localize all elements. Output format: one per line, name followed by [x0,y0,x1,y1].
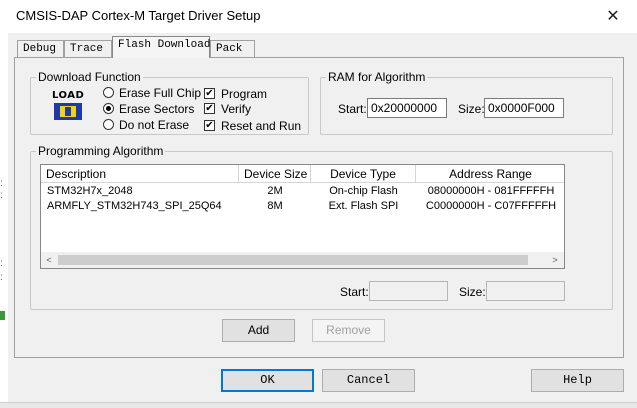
program-checkbox[interactable]: ✔ [204,88,215,99]
scroll-right-icon[interactable]: > [549,253,561,267]
horizontal-scrollbar[interactable]: < > [41,252,564,268]
ram-size-input[interactable]: 0x0000F000 [484,98,564,118]
erase-sectors-radio[interactable] [103,103,114,114]
reset-and-run-label: Reset and Run [221,119,302,133]
algo-start-label: Start: [340,285,369,299]
algo-size-input[interactable] [486,281,565,301]
bracket-icon: : [0,190,3,201]
column-header-device-type[interactable]: Device Type [311,165,416,183]
program-label: Program [221,87,268,101]
tab-debug[interactable]: Debug [17,40,64,57]
column-header-description[interactable]: Description [41,165,239,183]
close-icon[interactable]: ✕ [600,4,626,28]
load-logo-text: LOAD [52,90,85,101]
erase-full-chip-label: Erase Full Chip [119,86,202,100]
scrollbar-thumb[interactable] [58,255,528,265]
ram-start-input[interactable]: 0x20000000 [367,98,447,118]
ram-size-label: Size: [458,102,485,116]
row-device-type: Ext. Flash SPI [328,200,399,212]
background-window-strip: : : : : [0,33,8,408]
algo-size-label: Size: [459,285,486,299]
table-row[interactable]: ARMFLY_STM32H743_SPI_25Q64 8M Ext. Flash… [41,199,564,214]
add-button[interactable]: Add [222,319,295,342]
row-address-range: C0000000H - C07FFFFFH [425,200,557,212]
verify-label: Verify [221,102,252,116]
do-not-erase-radio[interactable] [103,119,114,130]
window-bottom-edge [0,402,637,408]
bracket-icon: : [0,258,3,269]
scroll-left-icon[interactable]: < [43,253,55,267]
row-device-size: 8M [267,200,283,212]
reset-and-run-checkbox[interactable]: ✔ [204,120,215,131]
row-address-range: 08000000H - 081FFFFFH [427,185,555,197]
cancel-button[interactable]: Cancel [322,369,415,392]
column-header-device-size[interactable]: Device Size [239,165,311,183]
algo-start-input[interactable] [369,281,448,301]
ram-for-algorithm-label: RAM for Algorithm [326,70,428,84]
bracket-icon: : [0,178,3,189]
ok-button[interactable]: OK [221,369,314,392]
erase-full-chip-radio[interactable] [103,87,114,98]
verify-checkbox[interactable]: ✔ [204,103,215,114]
help-button[interactable]: Help [531,369,624,392]
row-device-type: On-chip Flash [329,185,398,197]
table-row[interactable]: STM32H7x_2048 2M On-chip Flash 08000000H… [41,184,564,199]
remove-button[interactable]: Remove [312,319,385,342]
tab-flash-download[interactable]: Flash Download [112,36,210,58]
ram-start-label: Start: [338,102,367,116]
do-not-erase-label: Do not Erase [119,118,190,132]
algorithm-list[interactable]: Description Device Size Device Type Addr… [40,164,565,269]
row-description: ARMFLY_STM32H743_SPI_25Q64 [47,200,222,212]
green-marker-icon [0,311,5,320]
erase-sectors-label: Erase Sectors [119,102,195,116]
download-function-label: Download Function [36,70,143,84]
programming-algorithm-label: Programming Algorithm [36,144,166,158]
title-bar: CMSIS-DAP Cortex-M Target Driver Setup ✕ [0,0,637,33]
column-header-address-range[interactable]: Address Range [416,165,564,183]
tab-trace[interactable]: Trace [64,40,112,57]
bracket-icon: : [0,272,3,283]
load-icon: LOAD [51,90,85,122]
row-device-size: 2M [267,185,283,197]
window-title: CMSIS-DAP Cortex-M Target Driver Setup [16,8,261,23]
row-description: STM32H7x_2048 [47,185,133,197]
tab-pack[interactable]: Pack [210,40,255,57]
